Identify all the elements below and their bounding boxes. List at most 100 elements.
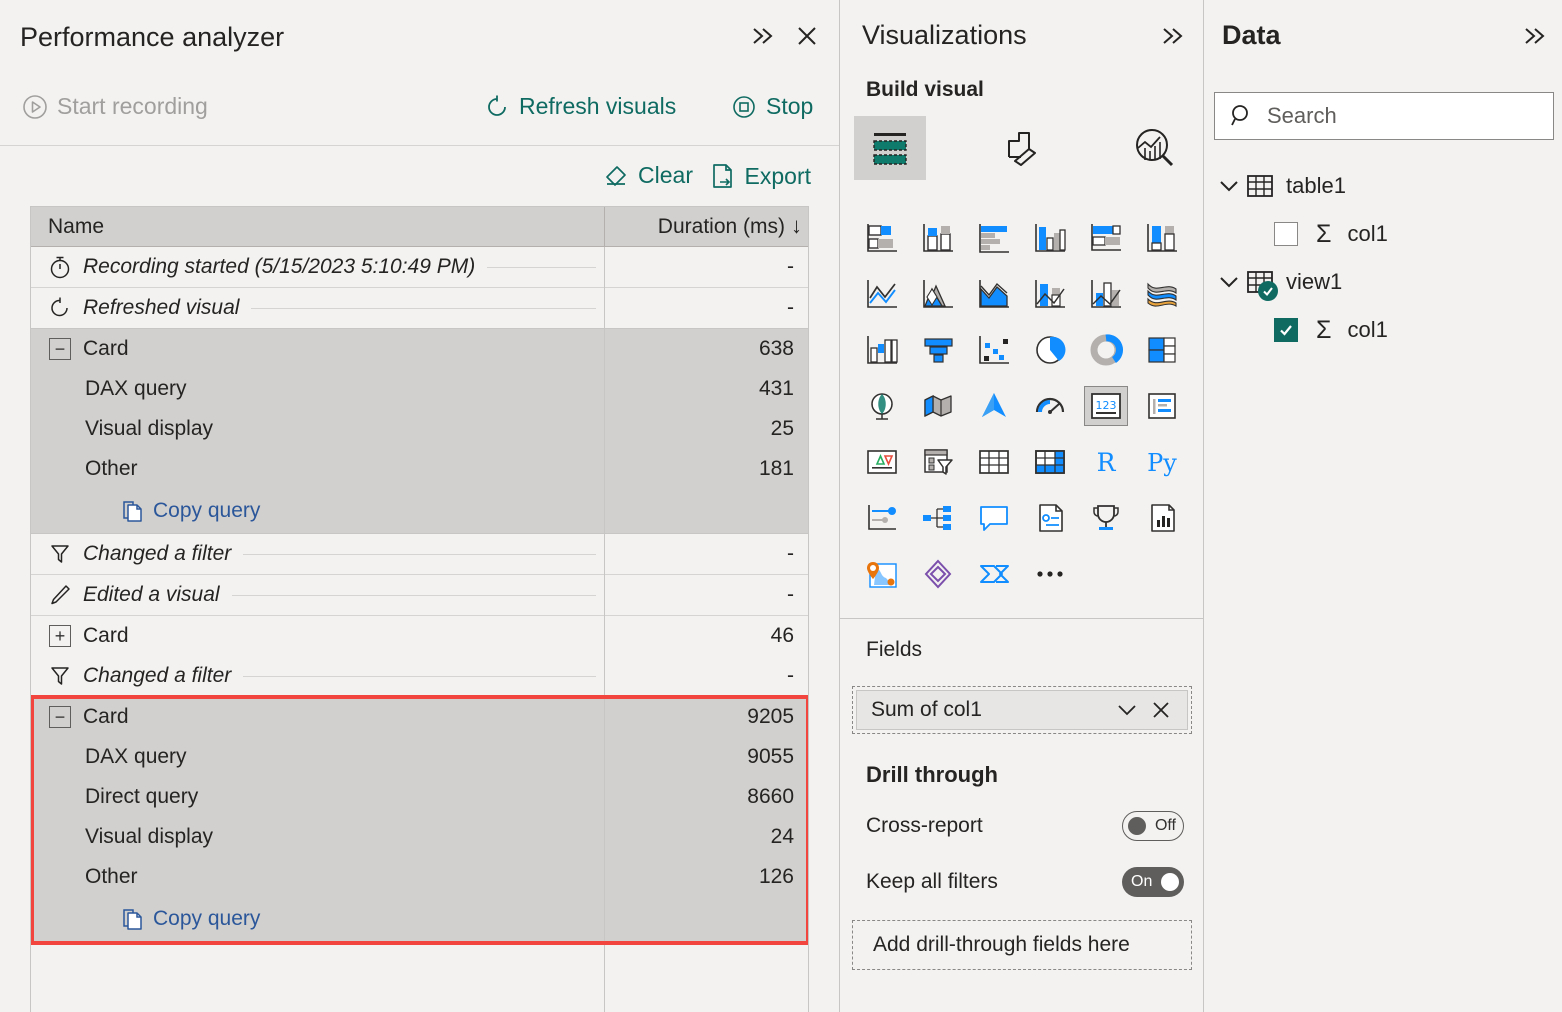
kpi-icon[interactable]: [854, 434, 910, 490]
slicer-icon[interactable]: [910, 434, 966, 490]
collapse-chevrons-icon[interactable]: [1159, 22, 1187, 50]
fields-drop-well[interactable]: Sum of col1: [852, 686, 1192, 734]
table-row[interactable]: + Card: [31, 616, 604, 656]
chevron-down-icon[interactable]: [1115, 702, 1141, 718]
export-button[interactable]: Export: [710, 162, 811, 190]
qna-icon[interactable]: [966, 490, 1022, 546]
table-row[interactable]: Changed a filter: [31, 534, 604, 574]
card-icon[interactable]: 123: [1078, 378, 1134, 434]
close-icon[interactable]: [1151, 700, 1177, 720]
data-field-col1[interactable]: Σcol1: [1214, 210, 1554, 258]
key-influencers-icon[interactable]: [854, 490, 910, 546]
power-apps-icon[interactable]: [910, 546, 966, 602]
table-row[interactable]: Changed a filter: [31, 656, 604, 696]
smart-narrative-icon[interactable]: [1022, 490, 1078, 546]
data-field-col1[interactable]: Σcol1: [1214, 306, 1554, 354]
cross-report-toggle[interactable]: Off: [1122, 811, 1184, 841]
table-row[interactable]: − Card: [31, 329, 604, 369]
data-tree-node-view1[interactable]: view1: [1214, 258, 1554, 306]
recording-actions: Start recording Refresh visuals Stop: [0, 84, 839, 129]
collapse-minus-icon[interactable]: −: [49, 338, 71, 360]
close-icon[interactable]: [793, 22, 821, 50]
r-script-visual-icon[interactable]: R: [1078, 434, 1134, 490]
expand-plus-icon[interactable]: +: [49, 625, 71, 647]
table-row[interactable]: Other: [31, 857, 604, 897]
table-row[interactable]: Refreshed visual: [31, 288, 604, 328]
more-options-icon[interactable]: [1022, 546, 1078, 602]
column-header-name[interactable]: Name: [31, 215, 604, 239]
100-percent-stacked-column-chart-icon[interactable]: [1134, 210, 1190, 266]
paginated-report-icon[interactable]: [1134, 490, 1190, 546]
pie-chart-icon[interactable]: [1022, 322, 1078, 378]
field-pill-sum-of-col1[interactable]: Sum of col1: [856, 690, 1188, 730]
donut-chart-icon[interactable]: [1078, 322, 1134, 378]
table-icon[interactable]: [966, 434, 1022, 490]
clustered-column-chart-icon[interactable]: [1022, 210, 1078, 266]
waterfall-chart-icon-glyph: [860, 330, 904, 370]
start-recording-button[interactable]: Start recording: [22, 93, 208, 120]
chevron-down-icon[interactable]: [1214, 178, 1244, 194]
data-tree-node-label: view1: [1286, 269, 1343, 294]
area-chart-icon[interactable]: [910, 266, 966, 322]
matrix-icon[interactable]: [1022, 434, 1078, 490]
field-checkbox[interactable]: [1274, 222, 1298, 246]
data-tree-node-table1[interactable]: table1: [1214, 162, 1554, 210]
waterfall-chart-icon[interactable]: [854, 322, 910, 378]
table-row[interactable]: Edited a visual: [31, 575, 604, 615]
collapse-chevrons-icon[interactable]: [1521, 22, 1549, 50]
tab-fields[interactable]: [854, 116, 926, 180]
collapse-minus-icon[interactable]: −: [47, 336, 73, 362]
line-and-clustered-column-chart-icon[interactable]: [1078, 266, 1134, 322]
tab-format[interactable]: [986, 116, 1058, 180]
table-row[interactable]: Other: [31, 449, 604, 489]
funnel-chart-icon[interactable]: [910, 322, 966, 378]
treemap-icon[interactable]: [1134, 322, 1190, 378]
metrics-icon[interactable]: [1078, 490, 1134, 546]
visualizations-header: Visualizations: [840, 0, 1203, 72]
multi-row-card-icon[interactable]: [1134, 378, 1190, 434]
clustered-bar-chart-icon[interactable]: [966, 210, 1022, 266]
table-row[interactable]: Visual display: [31, 409, 604, 449]
drill-through-drop-zone[interactable]: Add drill-through fields here: [852, 920, 1192, 970]
decomposition-tree-icon[interactable]: [910, 490, 966, 546]
column-header-duration[interactable]: Duration (ms) ↓: [604, 207, 808, 246]
copy-query-link[interactable]: Copy query: [31, 489, 604, 533]
search-input[interactable]: [1267, 103, 1517, 129]
table-row[interactable]: Visual display: [31, 817, 604, 857]
table-row[interactable]: Recording started (5/15/2023 5:10:49 PM): [31, 247, 604, 287]
filled-map-icon[interactable]: [910, 378, 966, 434]
map-icon[interactable]: [854, 378, 910, 434]
arcgis-map-icon[interactable]: [854, 546, 910, 602]
data-field-label: col1: [1347, 317, 1388, 342]
power-automate-icon[interactable]: [966, 546, 1022, 602]
refresh-visuals-button[interactable]: Refresh visuals: [484, 93, 676, 120]
collapse-minus-icon[interactable]: −: [47, 704, 73, 730]
field-checkbox[interactable]: [1274, 318, 1298, 342]
100-percent-stacked-bar-chart-icon[interactable]: [1078, 210, 1134, 266]
stop-button[interactable]: Stop: [731, 93, 813, 120]
stacked-bar-chart-icon[interactable]: [854, 210, 910, 266]
gauge-icon[interactable]: [1022, 378, 1078, 434]
line-and-stacked-column-chart-icon[interactable]: [1022, 266, 1078, 322]
chevron-down-icon[interactable]: [1214, 274, 1244, 290]
expand-plus-icon[interactable]: +: [47, 623, 73, 649]
collapse-chevrons-icon[interactable]: [749, 22, 777, 50]
ribbon-chart-icon[interactable]: [1134, 266, 1190, 322]
data-search-box[interactable]: [1214, 92, 1554, 140]
scatter-chart-icon[interactable]: [966, 322, 1022, 378]
qna-icon-glyph: [972, 498, 1016, 538]
stacked-column-chart-icon[interactable]: [910, 210, 966, 266]
table-row[interactable]: DAX query: [31, 369, 604, 409]
tab-analytics[interactable]: [1118, 116, 1190, 180]
copy-query-link[interactable]: Copy query: [31, 897, 604, 941]
table-row[interactable]: DAX query: [31, 737, 604, 777]
table-row[interactable]: Direct query: [31, 777, 604, 817]
collapse-minus-icon[interactable]: −: [49, 706, 71, 728]
keep-all-filters-toggle[interactable]: On: [1122, 867, 1184, 897]
python-visual-icon[interactable]: Py: [1134, 434, 1190, 490]
stacked-area-chart-icon[interactable]: [966, 266, 1022, 322]
table-row[interactable]: − Card: [31, 697, 604, 737]
azure-map-icon[interactable]: [966, 378, 1022, 434]
line-chart-icon[interactable]: [854, 266, 910, 322]
clear-button[interactable]: Clear: [603, 162, 693, 189]
